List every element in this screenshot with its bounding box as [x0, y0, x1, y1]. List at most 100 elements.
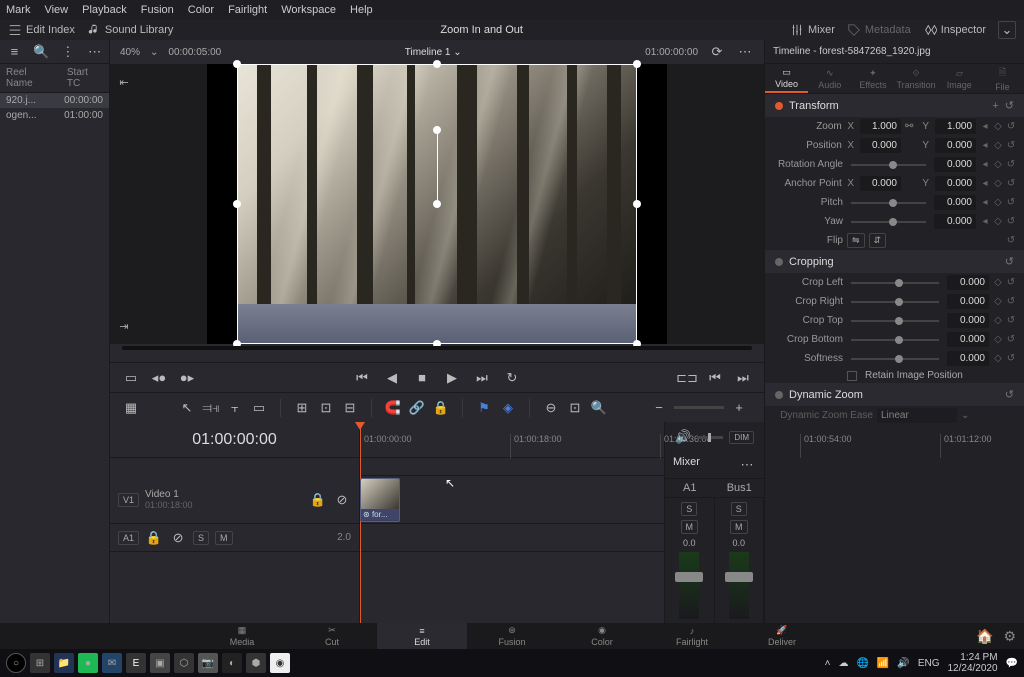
anchor-x-input[interactable]: 0.000	[860, 176, 901, 191]
list-view-button[interactable]: ≡	[6, 43, 23, 61]
reset-icon[interactable]: ↺	[1006, 334, 1016, 345]
anchor-y-input[interactable]: 0.000	[935, 176, 976, 191]
pitch-slider[interactable]	[851, 202, 926, 204]
volume-slider[interactable]	[697, 436, 723, 439]
pitch-input[interactable]: 0.000	[934, 195, 976, 210]
softness-input[interactable]: 0.000	[947, 351, 989, 366]
link-xy-icon[interactable]: ⚯	[905, 121, 917, 132]
play-button[interactable]: ▶	[443, 369, 461, 387]
fader[interactable]	[679, 552, 699, 619]
track-disable-icon[interactable]: ⊘	[333, 491, 351, 509]
page-media[interactable]: ▦Media	[197, 623, 287, 649]
replace-clip-icon[interactable]: ⊟	[341, 399, 359, 417]
mixer-toggle[interactable]: Mixer	[790, 23, 835, 37]
mixer-options[interactable]: ⋯	[738, 456, 756, 474]
crop-bottom-slider[interactable]	[851, 339, 939, 341]
zoom-level[interactable]: 40%	[120, 47, 140, 58]
track-disable-icon[interactable]: ⊘	[169, 529, 187, 547]
flip-v-button[interactable]: ⇵	[869, 233, 887, 248]
zoom-y-input[interactable]: 1.000	[935, 119, 976, 134]
rotation-slider[interactable]	[851, 164, 926, 166]
lock-icon[interactable]: 🔒	[432, 399, 450, 417]
crop-left-slider[interactable]	[851, 282, 939, 284]
solo-button[interactable]: S	[193, 531, 209, 545]
reset-icon[interactable]: ↺	[1006, 121, 1016, 132]
transform-handle[interactable]	[233, 200, 241, 208]
go-start-icon[interactable]: ⇤	[116, 74, 132, 90]
arrow-tool[interactable]: ↖	[178, 399, 196, 417]
timeline-ruler[interactable]: 01:00:00:00 01:00:18:00 01:00:36:00 01:0…	[360, 422, 664, 458]
taskbar-app[interactable]: ◉	[270, 653, 290, 673]
menu-view[interactable]: View	[44, 4, 68, 16]
zoom-fit-icon[interactable]: ⊡	[566, 399, 584, 417]
fader[interactable]	[729, 552, 749, 619]
menu-workspace[interactable]: Workspace	[281, 4, 336, 16]
timeline-name[interactable]: Timeline 1	[405, 47, 451, 58]
page-color[interactable]: ◉Color	[557, 623, 647, 649]
tray-wifi-icon[interactable]: 📶	[877, 658, 889, 669]
task-view-button[interactable]: ⊞	[30, 653, 50, 673]
page-fairlight[interactable]: ♪Fairlight	[647, 623, 737, 649]
stop-button[interactable]: ■	[413, 369, 431, 387]
enable-dot[interactable]	[775, 391, 783, 399]
crop-left-input[interactable]: 0.000	[947, 275, 989, 290]
tray-cloud-icon[interactable]: ☁	[838, 658, 848, 669]
reset-icon[interactable]: ↺	[1006, 353, 1016, 364]
crop-right-slider[interactable]	[851, 301, 939, 303]
yaw-slider[interactable]	[851, 221, 926, 223]
mixer-strip-a1[interactable]: SM 0.0	[665, 498, 715, 623]
flip-h-button[interactable]: ⇋	[847, 233, 865, 248]
mixer-strip-bus1[interactable]: SM 0.0	[715, 498, 765, 623]
start-button[interactable]: ○	[6, 653, 26, 673]
blade-tool[interactable]: ⫟	[226, 399, 244, 417]
cropping-section[interactable]: Cropping↺	[765, 250, 1024, 273]
prev-edit-icon[interactable]: ◂●	[150, 369, 168, 387]
timeline-view-icon[interactable]: ▦	[122, 399, 140, 417]
menu-playback[interactable]: Playback	[82, 4, 127, 16]
col-reel[interactable]: Reel Name	[6, 67, 55, 89]
kf-toggle[interactable]: ◇	[993, 334, 1003, 345]
viewer-scrubber[interactable]	[110, 344, 764, 362]
reset-icon[interactable]: ↺	[1006, 296, 1016, 307]
last-frame-button[interactable]: ⏭	[473, 369, 491, 387]
menu-mark[interactable]: Mark	[6, 4, 30, 16]
loop-icon[interactable]: ⟳	[708, 43, 726, 61]
kf-toggle[interactable]: ◇	[993, 140, 1003, 151]
transform-section[interactable]: Transform+↺	[765, 94, 1024, 117]
tab-video[interactable]: ▭Video	[765, 64, 808, 93]
tab-image[interactable]: ▱Image	[938, 64, 981, 93]
transform-handle[interactable]	[633, 200, 641, 208]
kf-toggle[interactable]: ◇	[993, 216, 1003, 227]
kf-toggle[interactable]: ◇	[993, 353, 1003, 364]
match-frame-icon[interactable]: ⊏⊐	[678, 369, 696, 387]
mute-button[interactable]: M	[215, 531, 233, 545]
crop-right-input[interactable]: 0.000	[947, 294, 989, 309]
marker-icon[interactable]: ◈	[499, 399, 517, 417]
menu-color[interactable]: Color	[188, 4, 214, 16]
audio-track-header[interactable]: A1 🔒 ⊘ S M 2.0	[110, 524, 359, 552]
reset-icon[interactable]: ↺	[1006, 235, 1016, 246]
taskbar-app[interactable]: ⬡	[174, 653, 194, 673]
kf-prev[interactable]: ◂	[980, 159, 990, 170]
menu-fusion[interactable]: Fusion	[141, 4, 174, 16]
kf-toggle[interactable]: ◇	[993, 121, 1003, 132]
timeline-timecode[interactable]: 01:00:00:00	[110, 422, 359, 458]
taskbar-app[interactable]: ⬢	[246, 653, 266, 673]
dim-button[interactable]: DIM	[729, 431, 754, 444]
kf-prev[interactable]: ◂	[980, 178, 990, 189]
reset-icon[interactable]: ↺	[1006, 277, 1016, 288]
mute-button[interactable]: M	[730, 520, 748, 534]
snap-icon[interactable]: 🧲	[384, 399, 402, 417]
menu-help[interactable]: Help	[350, 4, 373, 16]
taskbar-app[interactable]: 📷	[198, 653, 218, 673]
reset-icon[interactable]: ↺	[1006, 140, 1016, 151]
sound-library-toggle[interactable]: Sound Library	[87, 23, 174, 37]
prev-clip-icon[interactable]: ⏮	[706, 369, 724, 387]
reset-icon[interactable]: ↺	[1006, 216, 1016, 227]
kf-prev[interactable]: ◂	[980, 140, 990, 151]
zoom-in-icon[interactable]: 🔍	[590, 399, 608, 417]
trim-tool[interactable]: ⫤⫣	[202, 399, 220, 417]
solo-button[interactable]: S	[731, 502, 747, 516]
video-track-header[interactable]: V1 Video 1 01:00:18:00 🔒 ⊘	[110, 476, 359, 524]
viewer-tc[interactable]: 01:00:00:00	[645, 47, 698, 58]
